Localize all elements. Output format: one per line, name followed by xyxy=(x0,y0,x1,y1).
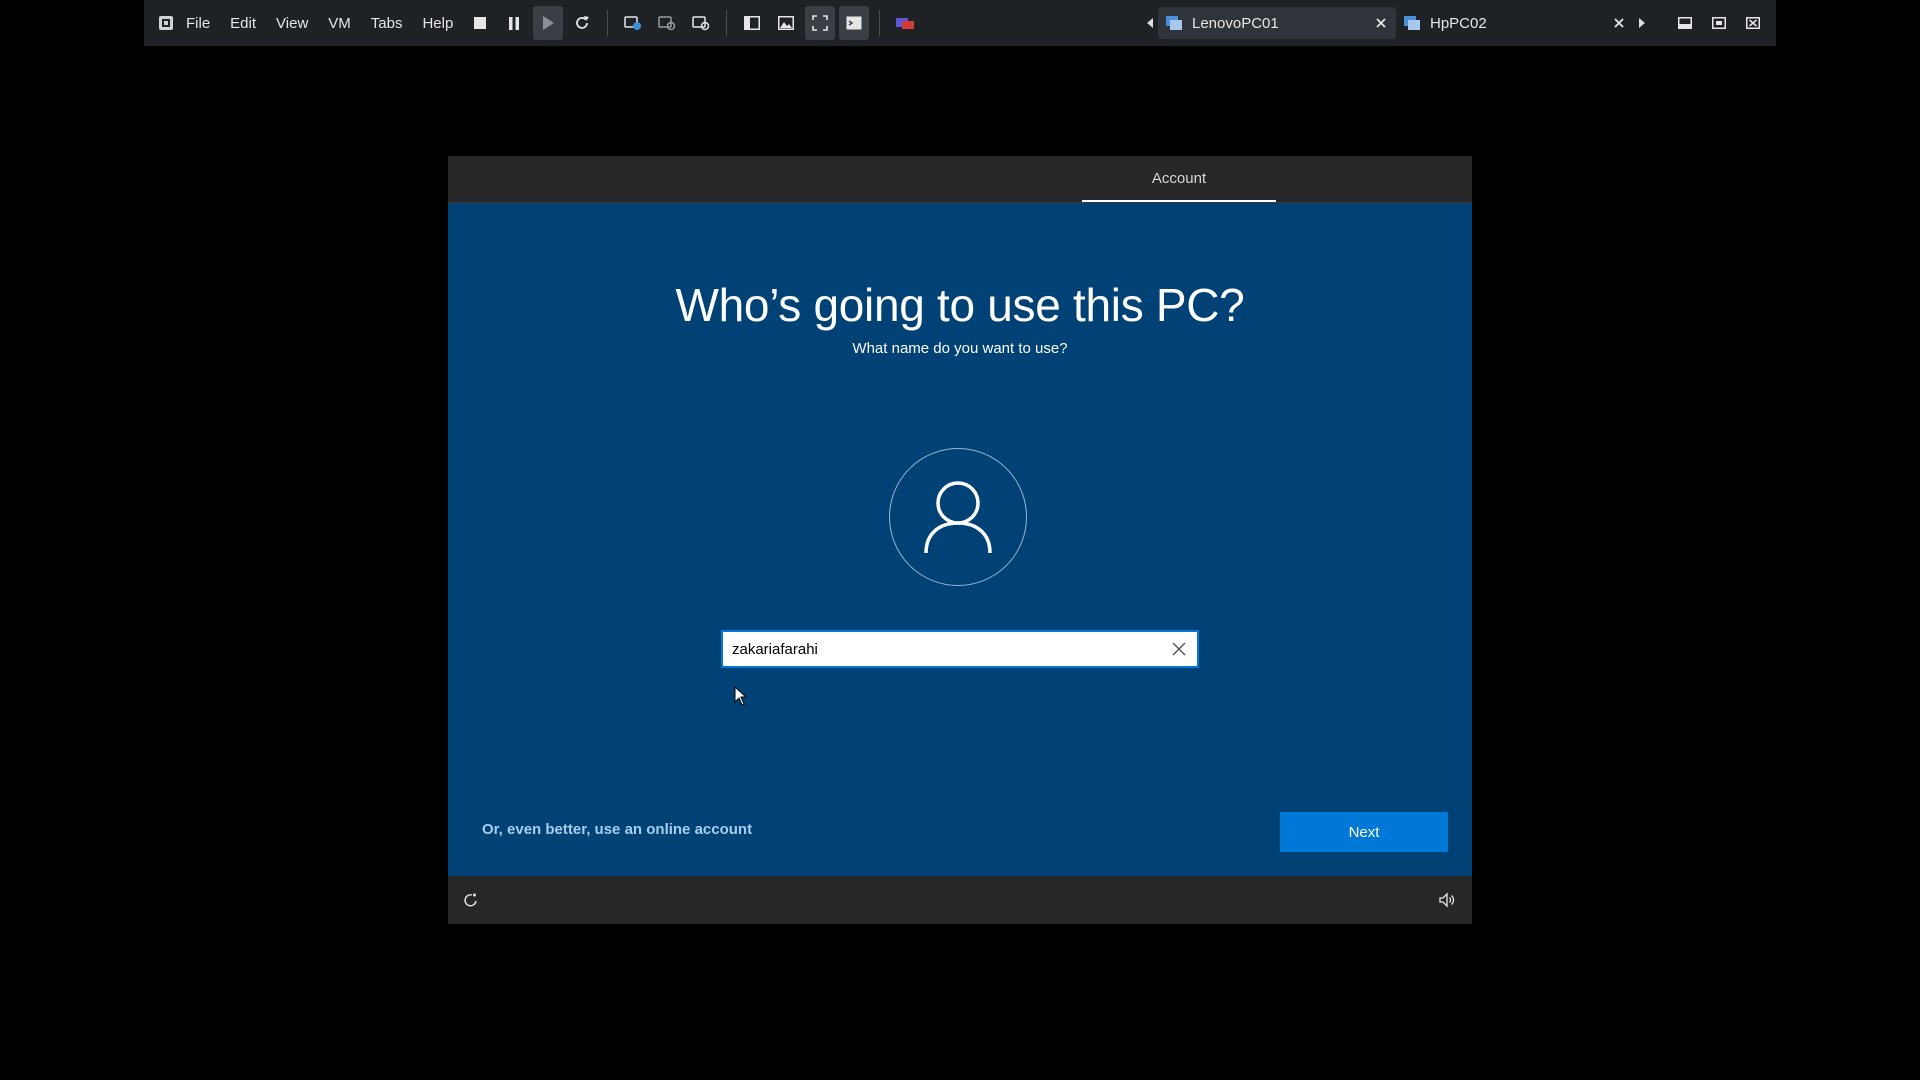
fullscreen-icon[interactable] xyxy=(805,6,836,40)
vmware-toolbar: File Edit View VM Tabs Help LenovoPC01 H… xyxy=(144,0,1776,46)
restore-icon[interactable] xyxy=(1702,6,1736,40)
menu-file[interactable]: File xyxy=(176,0,220,46)
snapshot-manager-icon[interactable] xyxy=(686,6,716,40)
play-icon[interactable] xyxy=(533,6,564,40)
tab-label: LenovoPC01 xyxy=(1192,14,1279,32)
unity-console-icon[interactable] xyxy=(839,6,870,40)
toolbar-separator xyxy=(607,10,609,36)
header-tab-account: Account xyxy=(1082,156,1276,202)
library-view-icon[interactable] xyxy=(737,6,767,40)
page-subtitle: What name do you want to use? xyxy=(852,340,1068,357)
restart-icon[interactable] xyxy=(567,6,597,40)
tab-scroll-right-icon[interactable] xyxy=(1634,8,1650,38)
oobe-footer xyxy=(448,876,1472,924)
stop-icon[interactable] xyxy=(465,6,495,40)
page-title: Who’s going to use this PC? xyxy=(675,279,1245,331)
menu-vm[interactable]: VM xyxy=(318,0,361,46)
close-icon[interactable] xyxy=(1374,16,1388,30)
name-input[interactable] xyxy=(723,634,1161,664)
vm-guest-screen[interactable]: Account Who’s going to use this PC? What… xyxy=(448,156,1472,924)
menu-tabs[interactable]: Tabs xyxy=(361,0,413,46)
menu-help[interactable]: Help xyxy=(412,0,463,46)
volume-icon[interactable] xyxy=(1436,889,1458,911)
toolbar-separator xyxy=(726,10,728,36)
snapshot-take-icon[interactable] xyxy=(618,6,648,40)
toolbar-separator xyxy=(879,10,881,36)
close-icon[interactable] xyxy=(1612,16,1626,30)
user-avatar-icon xyxy=(889,448,1027,586)
menu-edit[interactable]: Edit xyxy=(220,0,266,46)
thumbnail-view-icon[interactable] xyxy=(771,6,801,40)
vm-icon xyxy=(1404,15,1422,31)
clear-text-icon[interactable] xyxy=(1161,632,1197,666)
minimize-icon[interactable] xyxy=(1668,6,1702,40)
menu-view[interactable]: View xyxy=(266,0,318,46)
tab-scroll-left-icon[interactable] xyxy=(1142,8,1158,38)
pause-icon[interactable] xyxy=(499,6,529,40)
unity-mode-icon[interactable] xyxy=(890,6,920,40)
name-field[interactable] xyxy=(721,630,1199,668)
tab-label: HpPC02 xyxy=(1430,14,1487,32)
ease-of-access-icon[interactable] xyxy=(460,889,482,911)
vmware-app-icon[interactable] xyxy=(156,13,176,33)
snapshot-revert-icon[interactable] xyxy=(652,6,682,40)
vm-icon xyxy=(1166,15,1184,31)
vm-tab-bar: LenovoPC01 HpPC02 xyxy=(1142,0,1776,46)
close-window-icon[interactable] xyxy=(1736,6,1770,40)
oobe-header: Account xyxy=(448,156,1472,203)
mouse-cursor-icon xyxy=(734,686,748,706)
next-button[interactable]: Next xyxy=(1280,812,1448,852)
tab-lenovopc01[interactable]: LenovoPC01 xyxy=(1158,7,1396,39)
tab-hppc02[interactable]: HpPC02 xyxy=(1396,7,1634,39)
online-account-link[interactable]: Or, even better, use an online account xyxy=(482,821,752,838)
